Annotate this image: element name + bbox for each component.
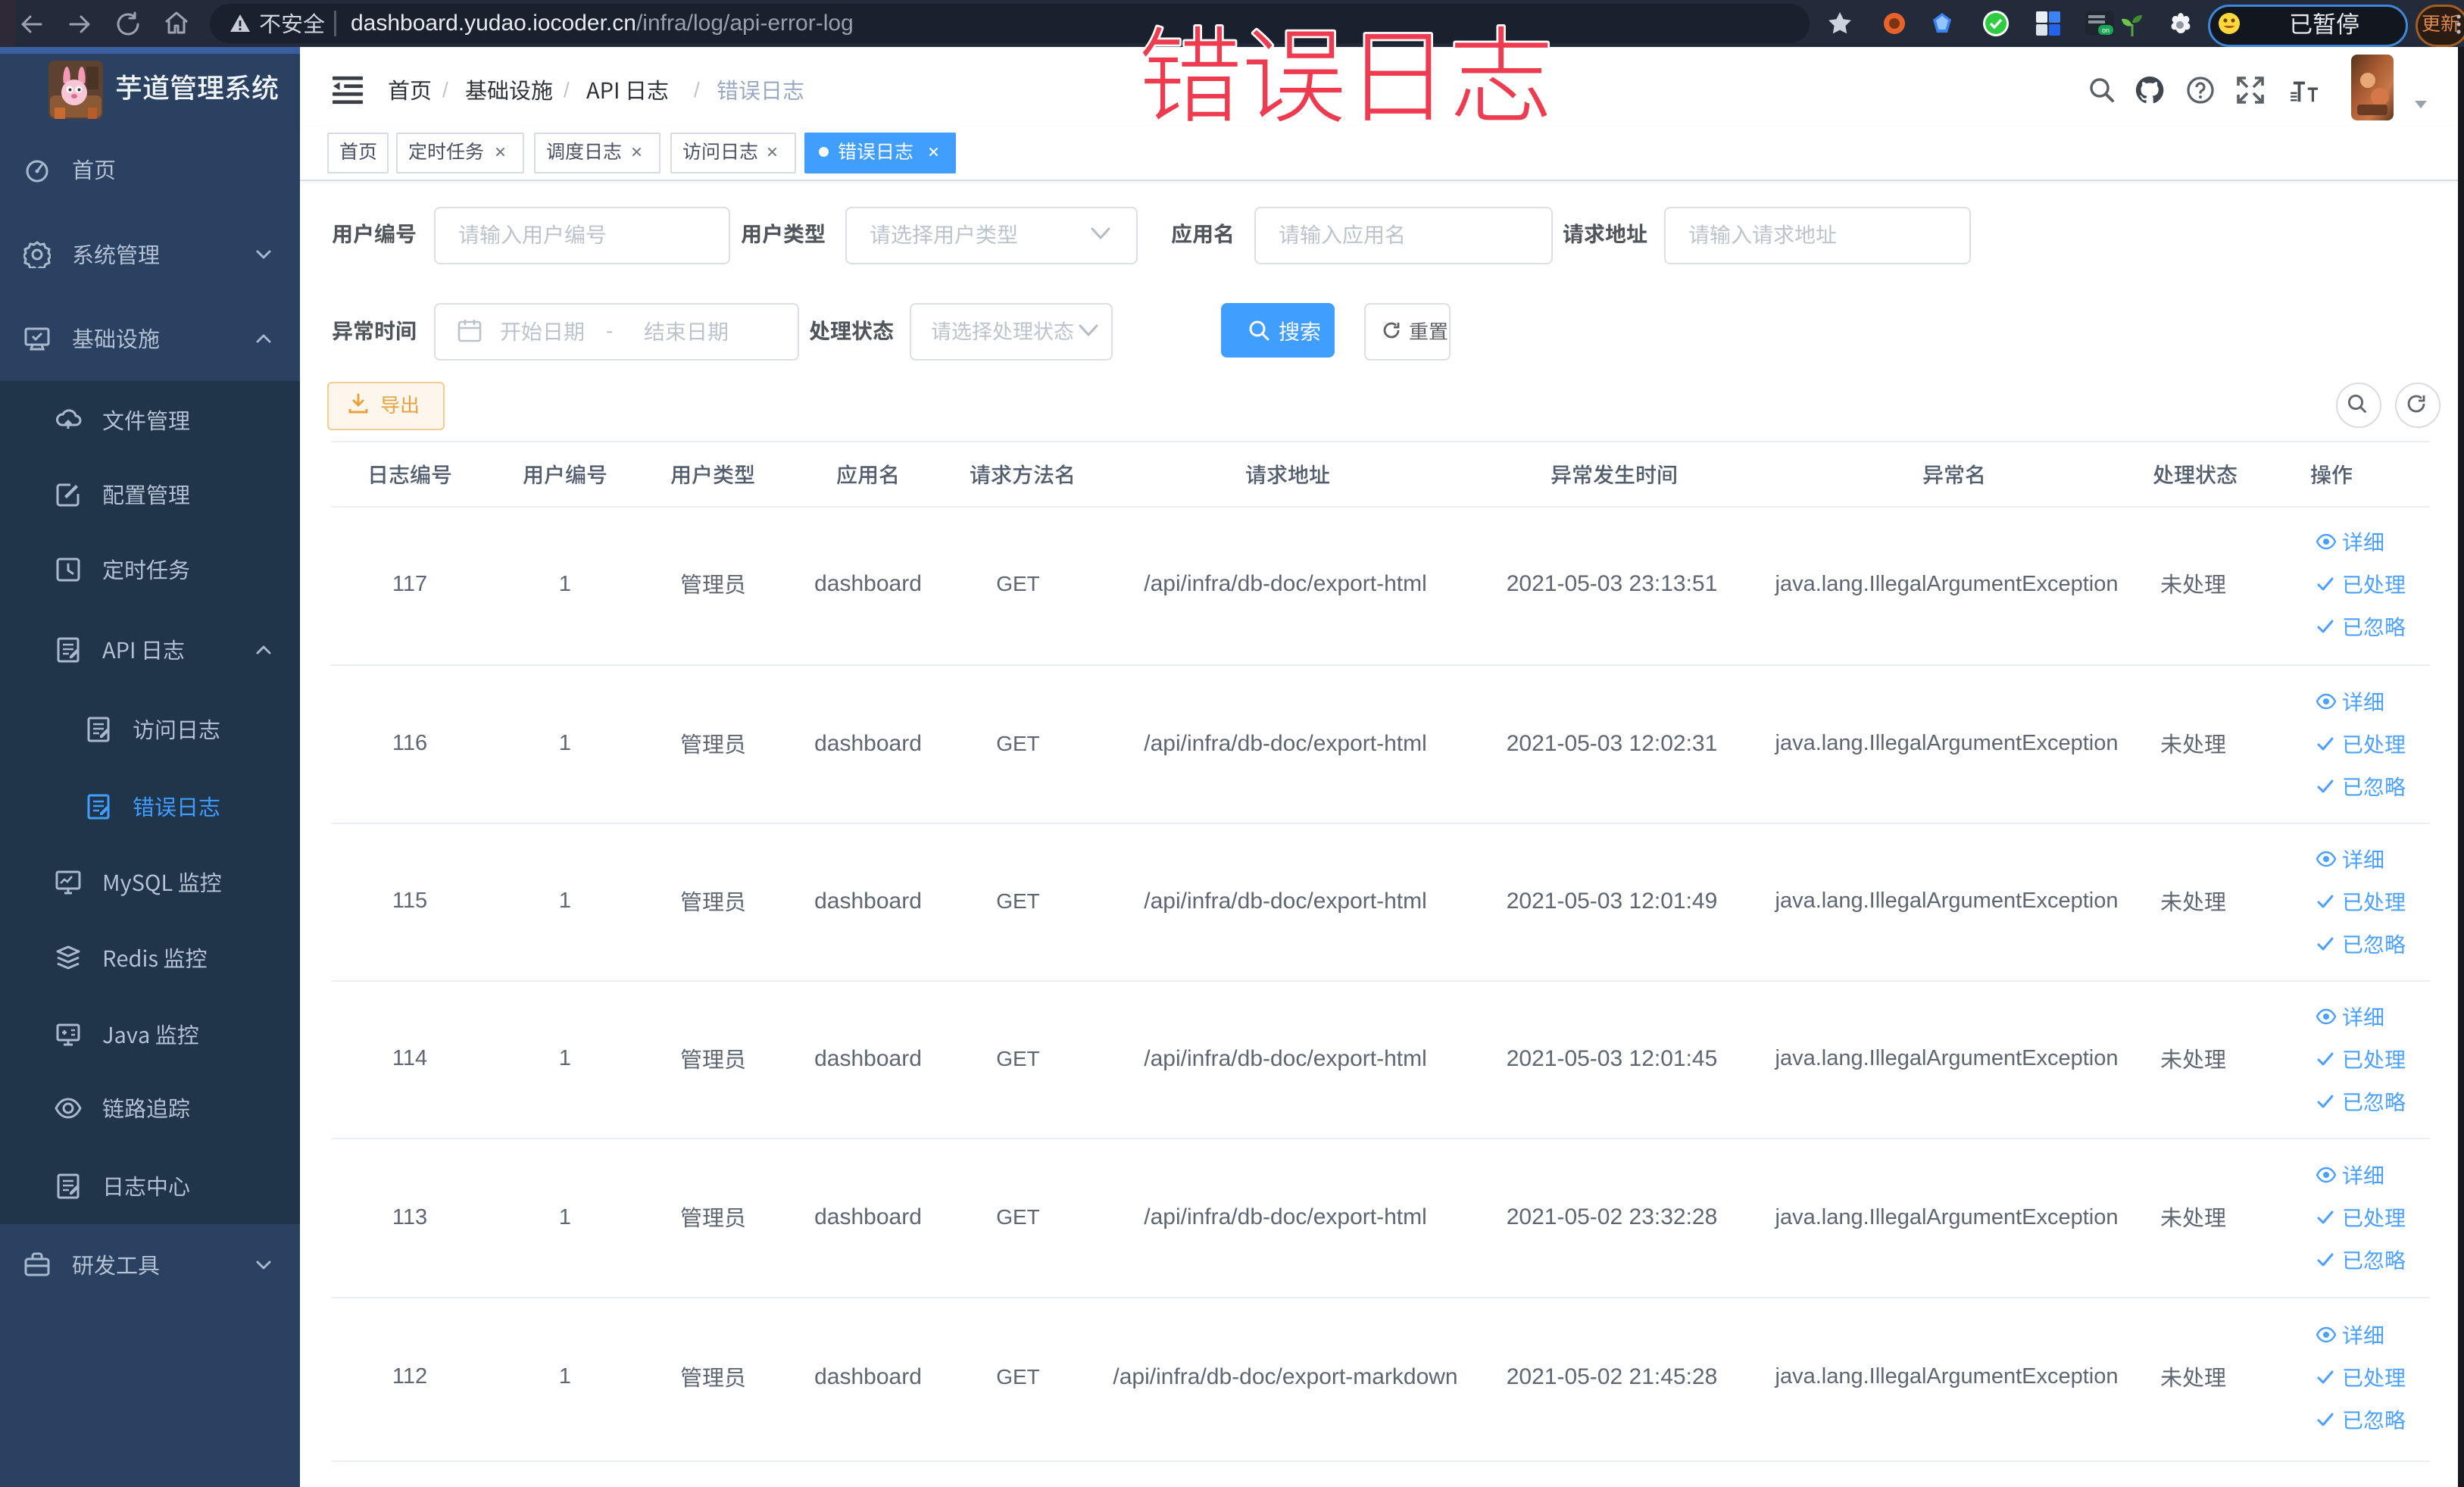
svg-text:on: on — [2102, 27, 2110, 34]
